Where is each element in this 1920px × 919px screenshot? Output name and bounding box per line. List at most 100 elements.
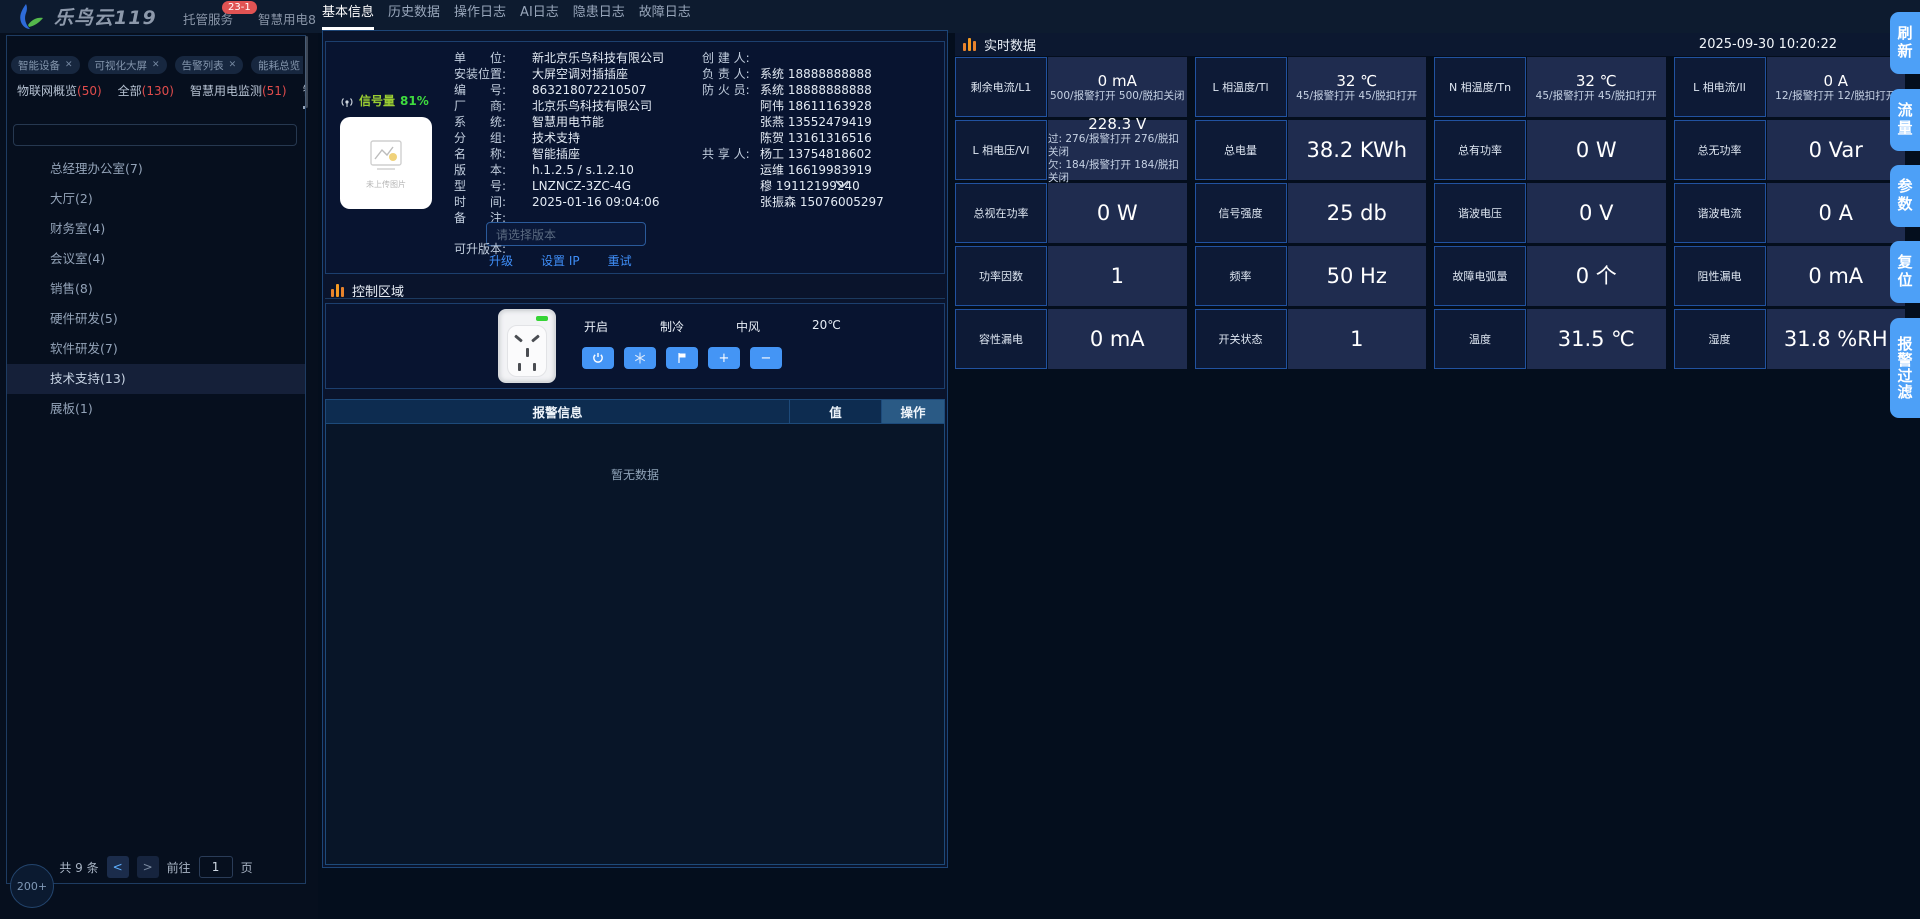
realtime-metric: 总视在功率 0 W (955, 183, 1187, 243)
detail-tab[interactable]: 操作日志 (454, 0, 506, 30)
device-field-row: 型 号: LNZNCZ-3ZC-4G (454, 178, 664, 194)
sidebar-tab[interactable]: 物联网概览(50) (17, 82, 102, 109)
next-page-button[interactable]: > (137, 856, 159, 878)
action-link[interactable]: 升级 (489, 252, 513, 269)
chevron-down-icon[interactable] (832, 174, 852, 194)
contact-label (702, 178, 760, 194)
metric-value-box: 0 mA (1048, 309, 1187, 369)
edge-action-button[interactable]: 报警过滤 (1890, 318, 1920, 418)
field-value: 2025-01-16 09:04:06 (532, 194, 659, 210)
edge-action-button[interactable]: 流量 (1890, 89, 1920, 151)
field-label: 系 统: (454, 114, 532, 130)
metric-value: 0 A (1823, 72, 1848, 90)
field-value: 北京乐鸟科技有限公司 (532, 98, 652, 114)
metric-value: 38.2 KWh (1306, 138, 1407, 162)
chip-label: 智能设备 (18, 58, 60, 73)
action-link[interactable]: 设置 IP (541, 252, 580, 269)
contact-value: 陈贺 13161316516 (760, 130, 872, 146)
filter-chip[interactable]: 告警列表 ✕ (175, 56, 244, 74)
sidebar-tab[interactable]: 智慧用电监测(51) (190, 82, 287, 109)
chip-close-icon[interactable]: ✕ (65, 60, 73, 70)
metric-value-box: 31.8 %RH (1767, 309, 1906, 369)
photo-placeholder-text: 未上传图片 (366, 179, 406, 190)
smart-socket-image (498, 309, 556, 383)
brand-name: 乐鸟云119 (54, 3, 157, 30)
field-value: LNZNCZ-3ZC-4G (532, 178, 631, 194)
metric-value-box: 0 mA 500/报警打开 500/脱扣关闭 (1048, 57, 1187, 117)
group-item[interactable]: 展板(1) (7, 394, 305, 424)
metric-label: 总视在功率 (955, 183, 1047, 243)
brand: 乐鸟云119 (12, 0, 157, 33)
control-status-row: 开启制冷中风20℃ (584, 318, 841, 335)
pagination-unit-label: 页 (241, 859, 253, 876)
temp-plus-button[interactable]: + (708, 347, 740, 369)
realtime-metric: 开关状态 1 (1195, 309, 1427, 369)
field-value: 智能插座 (532, 146, 580, 162)
contact-row: 防 火 员: 系统 18888888888 (702, 82, 884, 98)
fan-speed-button[interactable] (666, 347, 698, 369)
version-select[interactable]: 请选择版本 (486, 222, 646, 246)
field-label: 名 称: (454, 146, 532, 162)
chip-close-icon[interactable]: ✕ (152, 60, 160, 70)
cooling-mode-button[interactable] (624, 347, 656, 369)
realtime-metric: 阻性漏电 0 mA (1674, 246, 1906, 306)
metric-value-box: 32 ℃ 45/报警打开 45/脱扣打开 (1527, 57, 1666, 117)
filter-chip[interactable]: 可视化大屏 ✕ (88, 56, 167, 74)
metric-value-box: 38.2 KWh (1288, 120, 1427, 180)
page-number-input[interactable] (199, 856, 233, 878)
metric-label: 湿度 (1674, 309, 1766, 369)
metric-threshold: 欠: 184/报警打开 184/脱扣关闭 (1048, 159, 1187, 185)
group-item[interactable]: 技术支持(13) (7, 364, 305, 394)
group-item[interactable]: 软件研发(7) (7, 334, 305, 364)
detail-tab[interactable]: 隐患日志 (573, 0, 625, 30)
chip-close-icon[interactable]: ✕ (229, 60, 237, 70)
detail-tab[interactable]: AI日志 (520, 0, 559, 30)
metric-value-box: 32 ℃ 45/报警打开 45/脱扣打开 (1288, 57, 1427, 117)
snowflake-icon (634, 352, 646, 364)
device-count-bubble[interactable]: 200+ (10, 864, 54, 908)
group-item[interactable]: 销售(8) (7, 274, 305, 304)
power-button[interactable] (582, 347, 614, 369)
contact-row: 负 责 人: 系统 18888888888 (702, 66, 884, 82)
sidebar-tab-count: (130) (142, 84, 174, 98)
sidebar-scrollbar[interactable] (305, 36, 308, 108)
contact-row: 穆 19112199240 (702, 178, 884, 194)
control-buttons: + − (582, 347, 782, 369)
field-value: 大屏空调对插插座 (532, 66, 628, 82)
filter-chip[interactable]: 能耗总览 ✕ (251, 56, 303, 74)
metric-threshold: 500/报警打开 500/脱扣关闭 (1050, 90, 1185, 103)
contact-value: 系统 18888888888 (760, 82, 872, 98)
field-value: 新北京乐鸟科技有限公司 (532, 50, 664, 66)
action-link[interactable]: 重试 (608, 252, 632, 269)
temp-minus-button[interactable]: − (750, 347, 782, 369)
contact-label (702, 194, 760, 210)
field-value: h.1.2.5 / s.1.2.10 (532, 162, 634, 178)
contact-row: 张振森 15076005297 (702, 194, 884, 210)
chip-label: 可视化大屏 (95, 58, 148, 73)
sidebar-tabs: 物联网概览(50) 全部(130) 智慧用电监测(51) 智慧用电 (17, 82, 305, 109)
filter-chip[interactable]: 智能设备 ✕ (11, 56, 80, 74)
detail-tab[interactable]: 历史数据 (388, 0, 440, 30)
alarm-table-header: 报警信息 值 操作 (326, 400, 944, 424)
group-item[interactable]: 硬件研发(5) (7, 304, 305, 334)
device-photo-placeholder[interactable]: 未上传图片 (340, 117, 432, 209)
detail-tab[interactable]: 基本信息 (322, 0, 374, 30)
device-field-row: 版 本: h.1.2.5 / s.1.2.10 (454, 162, 664, 178)
edge-action-button[interactable]: 参数 (1890, 165, 1920, 227)
nav-item-smart-power[interactable]: 智慧用电8 (258, 9, 320, 28)
group-item[interactable]: 会议室(4) (7, 244, 305, 274)
group-item[interactable]: 财务室(4) (7, 214, 305, 244)
metric-value: 0 W (1576, 138, 1617, 162)
search-input[interactable] (13, 124, 297, 146)
sidebar-tab[interactable]: 全部(130) (118, 82, 174, 109)
group-item[interactable]: 大厅(2) (7, 184, 305, 214)
edge-action-button[interactable]: 刷新 (1890, 12, 1920, 74)
edge-action-button[interactable]: 复位 (1890, 241, 1920, 303)
filter-chips: 智能设备 ✕ 可视化大屏 ✕ 告警列表 ✕ 能耗总览 ✕ (11, 56, 303, 74)
control-status-text: 制冷 (660, 318, 684, 335)
contact-row: 运维 16619983919 (702, 162, 884, 178)
prev-page-button[interactable]: < (107, 856, 129, 878)
alarm-header-value: 值 (790, 400, 882, 423)
detail-tab[interactable]: 故障日志 (639, 0, 691, 30)
group-item[interactable]: 总经理办公室(7) (7, 154, 305, 184)
